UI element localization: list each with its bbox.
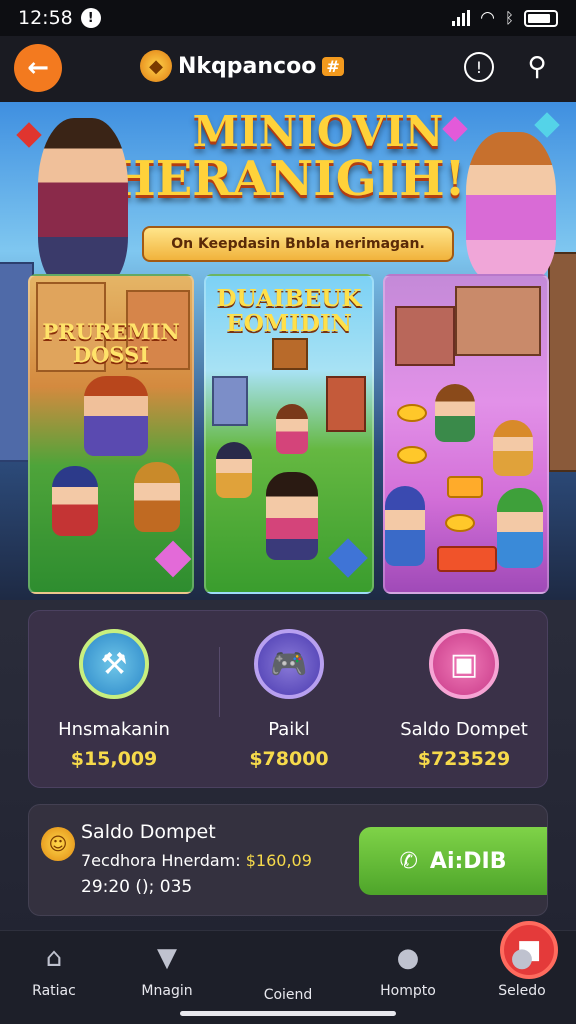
gem-icon [328,538,368,578]
timer-button[interactable]: ! [464,52,494,82]
stat-value: $723529 [417,748,511,770]
timer-icon: ! [475,57,483,77]
stat-label: Hnsmakanin [58,719,170,740]
wallet-detail: 7ecdhora Hnerdam: $160,09 [81,851,312,870]
wallet-timestamp: 29:20 (); 035 [81,877,193,897]
nav-item-account[interactable]: ● Seledo [474,937,570,999]
stat-item[interactable]: ⚒ Hnsmakanin $15,009 [29,625,199,770]
nav-item-home[interactable]: ⌂ Ratiac [6,937,102,999]
coin-icon [445,514,475,532]
house-illustration [272,338,308,370]
nav-item-games[interactable]: ▼ Mnagin [119,937,215,999]
call-action-button[interactable]: ✆ Ai:DIB [359,827,547,895]
nav-label: Ratiac [32,983,76,999]
coin-icon [447,476,483,498]
character-illustration [435,384,475,442]
nav-label: Coiend [263,987,313,1003]
back-button[interactable]: ← [14,44,62,92]
status-bar: 12:58 ! ◠ ᛒ [0,0,576,36]
game-card-3[interactable] [383,274,549,594]
game-card-2-title: DUAIBEUK EOMIDIN [216,285,362,338]
house-illustration [395,306,455,366]
cup-icon: ▼ [157,943,177,973]
character-illustration [493,420,533,476]
hero-subtitle-banner: On Keepdasin Bnbla nerimagan. [142,226,454,262]
nav-item-center[interactable]: ■ Coiend [240,921,558,1003]
brand-badge: # [322,56,344,76]
hero-character-boy [38,118,128,288]
nav-item-profile[interactable]: ● Hompto [360,937,456,999]
bluetooth-icon: ᛒ [504,9,514,27]
wallet-detail-value: $160,09 [245,851,312,870]
status-time: 12:58 [18,7,73,29]
app-screen: 12:58 ! ◠ ᛒ ← ◆ Nkqpancoo # ! ⚲ MINIOVIN… [0,0,576,1024]
stat-item[interactable]: 🎮 Paikl $78000 [204,625,374,770]
battery-icon [524,9,558,27]
hero-banner[interactable]: MINIOVIN HERANIGIH! On Keepdasin Bnbla n… [0,102,576,600]
person-icon: ● [396,943,420,973]
brand-name: Nkqpancoo [178,53,317,79]
stat-label: Paikl [268,719,310,740]
character-illustration [216,442,252,498]
character-illustration [497,488,543,568]
call-action-label: Ai:DIB [429,848,507,874]
stat-value: $78000 [249,748,329,770]
hero-character-girl [466,132,556,282]
signal-icon [452,10,471,26]
character-illustration [84,376,148,456]
treasure-chest-icon: ▣ [429,629,499,699]
mascot-coin-icon: ☺ [41,827,75,861]
stats-card: ⚒ Hnsmakanin $15,009 🎮 Paikl $78000 ▣ Sa… [28,610,548,788]
stat-item[interactable]: ▣ Saldo Dompet $723529 [379,625,549,770]
phone-icon: ✆ [399,848,418,874]
arrow-left-icon: ← [27,53,49,83]
character-illustration [134,462,180,532]
search-button[interactable]: ⚲ [520,50,554,84]
nav-label: Hompto [380,983,436,999]
coin-icon [397,404,427,422]
house-illustration [326,376,366,432]
character-illustration [385,486,425,566]
house-illustration [455,286,541,356]
coin-icon [397,446,427,464]
wallet-card: ☺ Saldo Dompet 7ecdhora Hnerdam: $160,09… [28,804,548,916]
home-icon: ⌂ [45,943,63,973]
game-card-1[interactable]: PRUREMIN DOSSI [28,274,194,594]
game-card-2[interactable]: DUAIBEUK EOMIDIN [204,274,374,594]
wallet-title: Saldo Dompet [81,821,216,843]
home-indicator[interactable] [180,1011,396,1016]
bottom-nav: ⌂ Ratiac ▼ Mnagin ■ Coiend ● Hompto ● Se… [0,921,576,1024]
nav-label: Mnagin [141,983,193,999]
stat-value: $15,009 [70,748,158,770]
brand-logo-icon: ◆ [140,50,172,82]
nav-label: Seledo [498,983,546,999]
house-illustration [548,252,576,472]
character-illustration [276,404,308,454]
character-illustration [52,466,98,536]
gem-icon [154,540,192,578]
treasure-map-icon: ⚒ [79,629,149,699]
brand: ◆ Nkqpancoo # [140,50,344,82]
gamepad-coins-icon: 🎮 [254,629,324,699]
notification-icon: ! [80,8,101,28]
app-bar: ← ◆ Nkqpancoo # ! ⚲ [0,36,576,102]
house-illustration [212,376,248,426]
coin-icon [437,546,497,572]
search-icon: ⚲ [527,52,547,82]
game-card-1-title: PRUREMIN DOSSI [42,319,180,368]
wallet-detail-label: 7ecdhora Hnerdam: [81,851,241,870]
wifi-icon: ◠ [480,8,495,28]
user-icon: ● [510,943,534,973]
stat-label: Saldo Dompet [400,719,528,740]
character-illustration [266,472,318,560]
